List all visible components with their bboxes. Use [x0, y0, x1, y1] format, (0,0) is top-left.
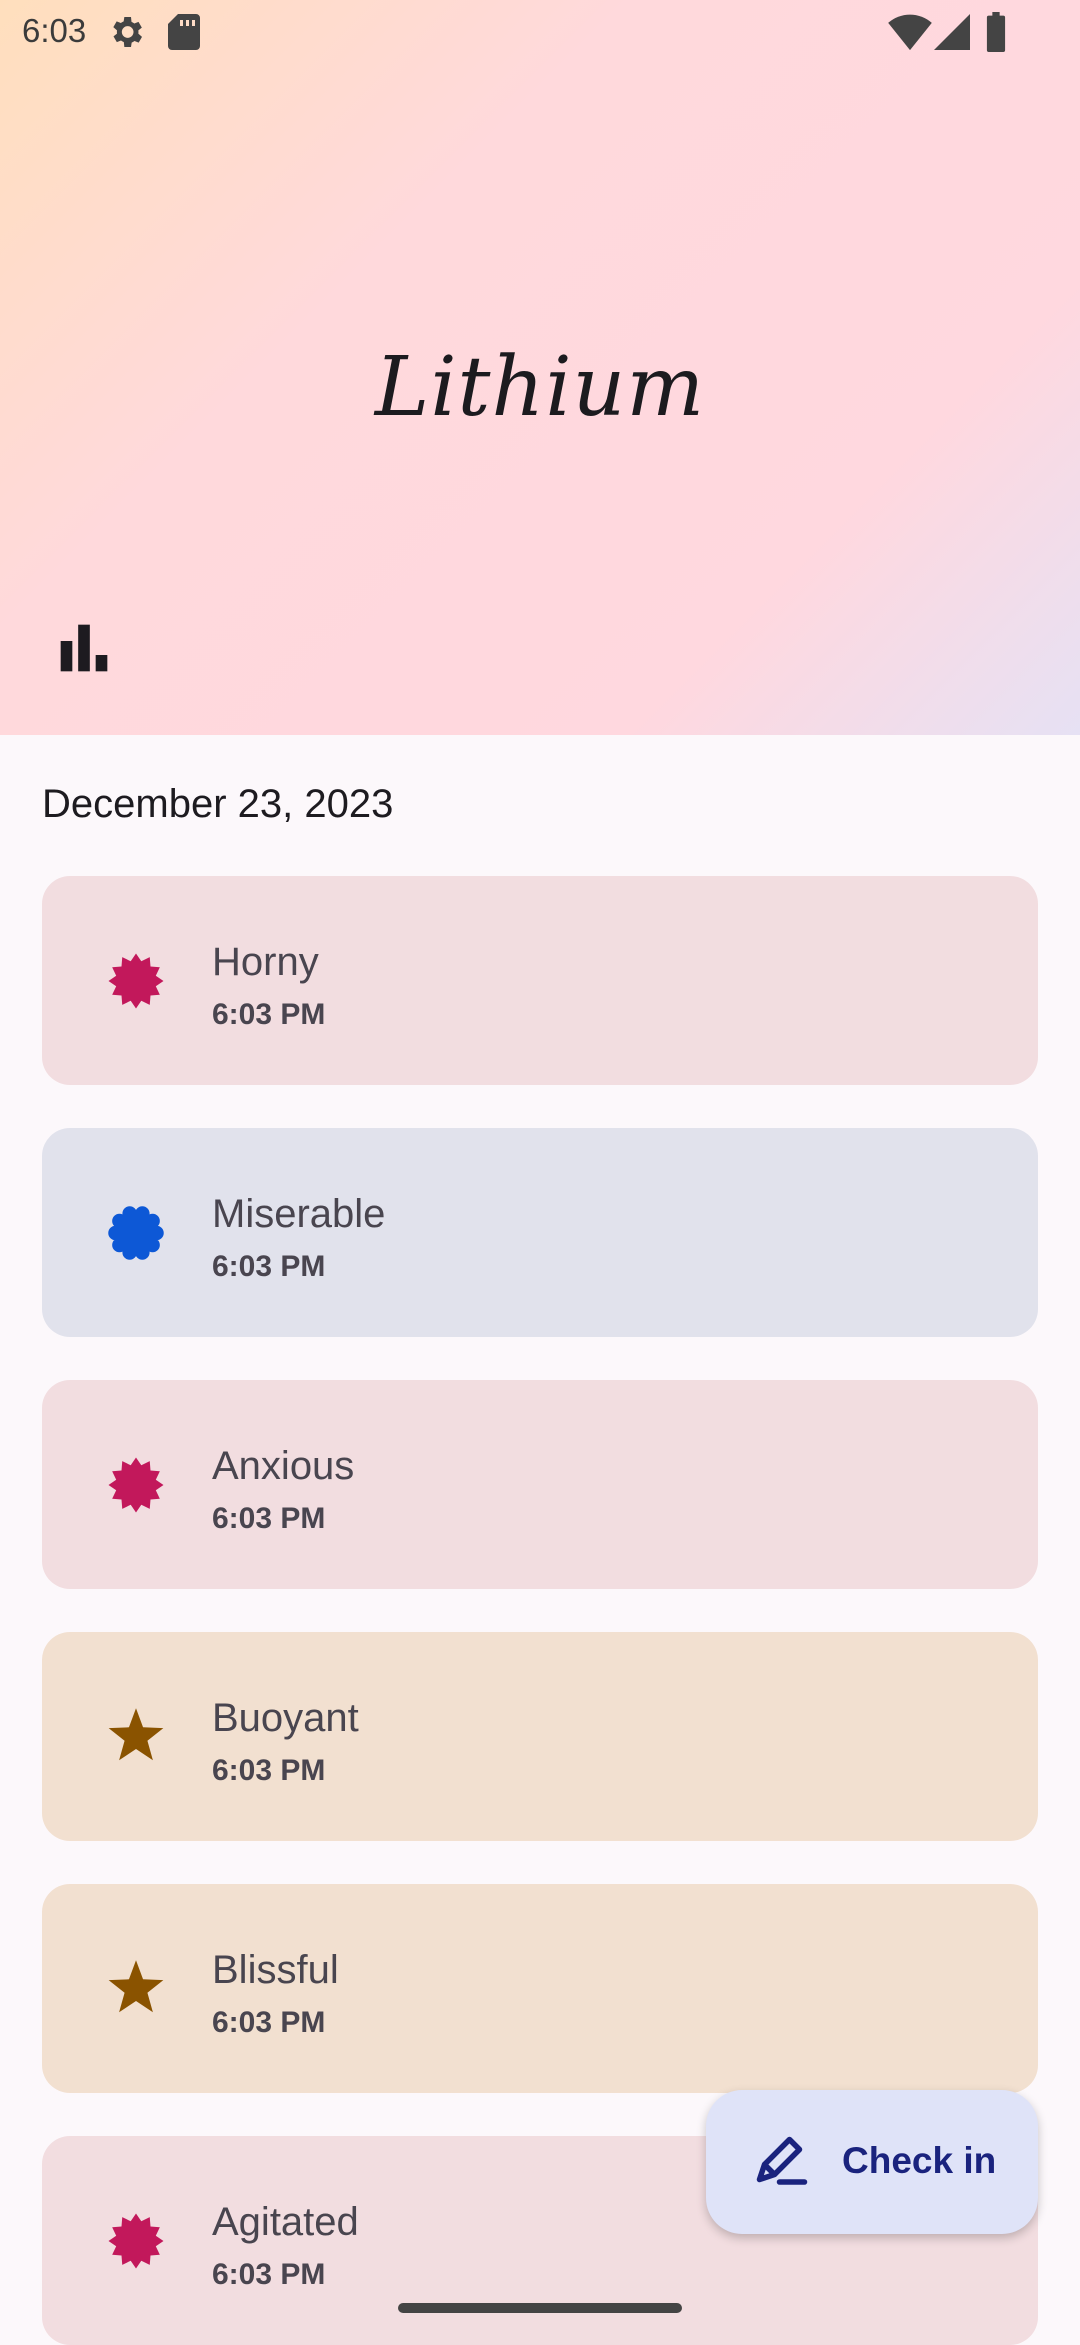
- mood-time: 6:03 PM: [212, 1502, 326, 1535]
- mood-time: 6:03 PM: [212, 1250, 326, 1283]
- mood-time: 6:03 PM: [212, 2006, 326, 2039]
- mood-label: Agitated: [212, 2200, 359, 2244]
- status-time: 6:03: [22, 12, 87, 49]
- mood-card[interactable]: Blissful 6:03 PM: [42, 1884, 1038, 2093]
- mood-time: 6:03 PM: [212, 2258, 326, 2291]
- check-in-label: Check in: [842, 2140, 997, 2181]
- home-indicator[interactable]: [398, 2303, 682, 2313]
- star-icon: [108, 1708, 164, 1761]
- mood-card[interactable]: Horny 6:03 PM: [42, 876, 1038, 1085]
- mood-card[interactable]: Buoyant 6:03 PM: [42, 1632, 1038, 1841]
- mood-time: 6:03 PM: [212, 1754, 326, 1787]
- mood-card[interactable]: Anxious 6:03 PM: [42, 1380, 1038, 1589]
- date-heading: December 23, 2023: [42, 782, 394, 826]
- edit-pen-icon: [756, 2136, 808, 2185]
- mood-label: Anxious: [212, 1444, 355, 1488]
- status-bar: 6:03: [0, 0, 1080, 64]
- star-icon: [108, 1960, 164, 2013]
- mood-label: Miserable: [212, 1192, 386, 1236]
- battery-icon: [986, 12, 1006, 52]
- sd-card-icon: [168, 14, 200, 50]
- mood-time: 6:03 PM: [212, 998, 326, 1031]
- mood-label: Horny: [212, 940, 319, 984]
- app-title: Lithium: [374, 340, 706, 435]
- mood-label: Buoyant: [212, 1696, 359, 1740]
- signal-icon: [934, 14, 970, 50]
- mood-label: Blissful: [212, 1948, 339, 1992]
- wifi-icon: [888, 14, 932, 51]
- bar-chart-icon[interactable]: [56, 620, 112, 676]
- burst-icon: [108, 953, 164, 1009]
- header-gradient: 6:03 Lithium: [0, 0, 1080, 735]
- burst-icon: [108, 2213, 164, 2269]
- check-in-button[interactable]: Check in: [706, 2090, 1038, 2234]
- mood-card[interactable]: Miserable 6:03 PM: [42, 1128, 1038, 1337]
- flower-icon: [108, 1206, 164, 1260]
- settings-icon: [113, 17, 142, 47]
- burst-icon: [108, 1457, 164, 1513]
